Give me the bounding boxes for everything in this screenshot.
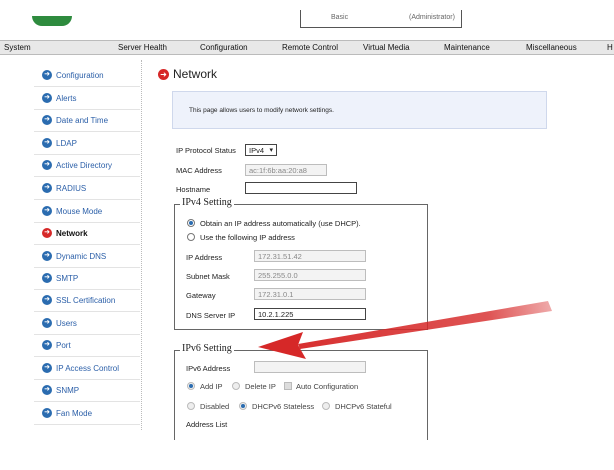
annotation-arrow [258, 301, 552, 359]
